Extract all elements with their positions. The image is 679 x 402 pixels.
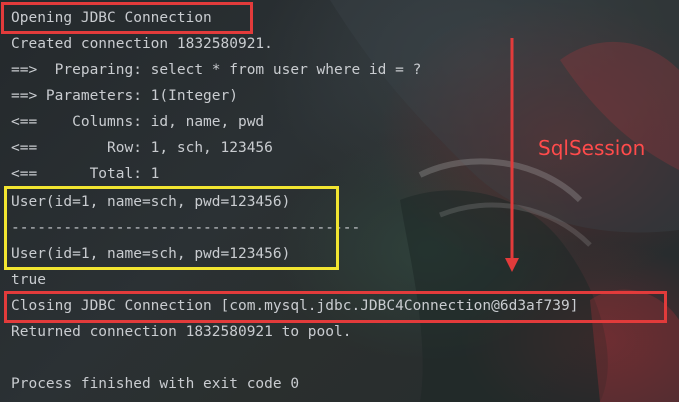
sqlsession-arrow-icon — [505, 38, 519, 272]
